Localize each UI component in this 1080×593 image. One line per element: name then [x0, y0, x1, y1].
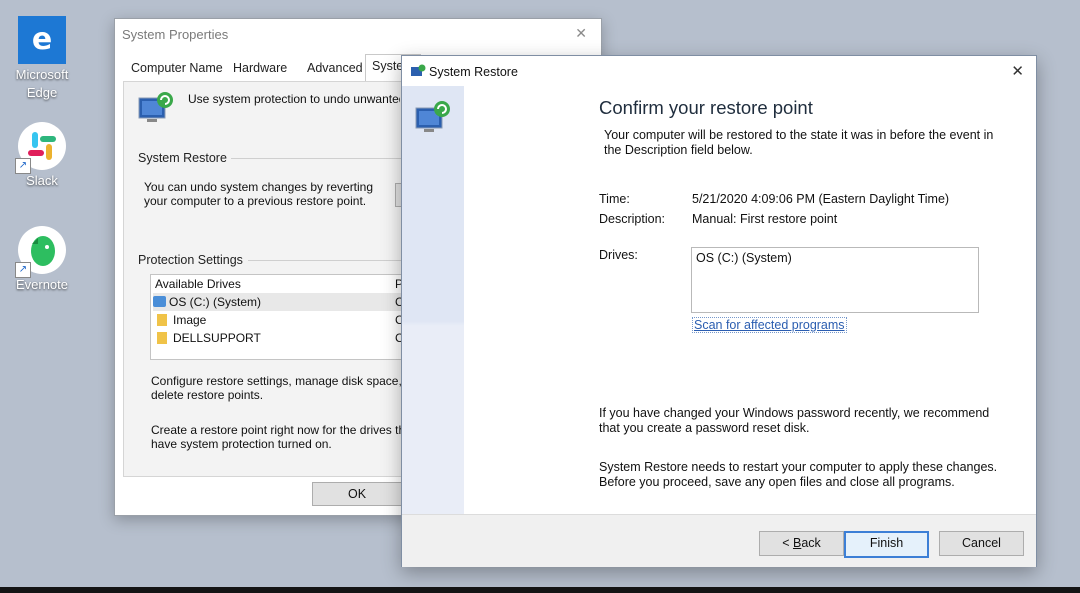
desktop-icon-label: Slack — [26, 173, 58, 188]
desktop-icon-label: Evernote — [15, 277, 69, 292]
wizard-footer: < Back Finish Cancel — [402, 514, 1036, 567]
create-description: Create a restore point right now for the… — [151, 423, 401, 437]
folder-icon — [157, 332, 167, 344]
list-item[interactable]: Image C — [157, 311, 411, 329]
ok-button[interactable]: OK — [312, 482, 402, 506]
restart-note: System Restore needs to restart your com… — [599, 460, 998, 474]
time-value: 5/21/2020 4:09:06 PM (Eastern Daylight T… — [692, 192, 950, 206]
desktop-icon-label: Edge — [26, 85, 58, 100]
drives-box: OS (C:) (System) — [691, 247, 979, 313]
intro-text: Your computer will be restored to the st… — [604, 128, 994, 142]
close-icon[interactable]: ✕ — [575, 25, 587, 42]
taskbar — [0, 587, 1080, 593]
desktop-icon-evernote[interactable]: ↗ Evernote — [6, 226, 78, 294]
back-button[interactable]: < Back — [759, 531, 844, 556]
system-restore-window: System Restore ✕ Confirm your restore po… — [401, 55, 1037, 567]
restore-description: your computer to a previous restore poin… — [144, 194, 367, 208]
tab-advanced[interactable]: Advanced — [301, 57, 369, 79]
drives-list[interactable]: Available Drives P OS (C:) (System) C Im… — [150, 274, 412, 360]
group-label-system-restore: System Restore — [138, 151, 227, 165]
wizard-sidebar — [402, 86, 464, 514]
title-bar: System Restore ✕ — [402, 56, 1036, 86]
window-title: System Restore — [429, 65, 518, 79]
description-label: Description: — [599, 212, 665, 226]
configure-description: Configure restore settings, manage disk … — [151, 374, 401, 388]
drives-value: OS (C:) (System) — [696, 251, 792, 265]
description-value: Manual: First restore point — [692, 212, 838, 226]
page-title: Confirm your restore point — [599, 97, 813, 118]
desktop-icon-label: Microsoft — [15, 67, 69, 82]
time-label: Time: — [599, 192, 630, 206]
list-header: Available Drives — [155, 277, 241, 291]
drives-label: Drives: — [599, 248, 638, 262]
system-protection-icon — [137, 90, 175, 126]
create-description: have system protection turned on. — [151, 437, 332, 451]
desktop-icon-edge[interactable]: e Microsoft Edge — [6, 16, 78, 102]
restore-description: You can undo system changes by reverting — [144, 180, 374, 194]
cancel-button[interactable]: Cancel — [939, 531, 1024, 556]
drive-icon — [153, 296, 166, 307]
restart-note: Before you proceed, save any open files … — [599, 475, 955, 489]
shortcut-arrow-icon: ↗ — [15, 262, 31, 278]
intro-text: the Description field below. — [604, 143, 753, 157]
list-item[interactable]: OS (C:) (System) C — [153, 293, 409, 311]
protection-intro: Use system protection to undo unwanted — [188, 92, 400, 106]
window-title: System Properties — [122, 27, 229, 42]
group-label-protection-settings: Protection Settings — [138, 253, 243, 267]
divider — [248, 260, 401, 261]
slack-icon: ↗ — [15, 122, 66, 174]
shortcut-arrow-icon: ↗ — [15, 158, 31, 174]
tab-hardware[interactable]: Hardware — [227, 57, 293, 79]
configure-description: delete restore points. — [151, 388, 264, 402]
close-icon[interactable]: ✕ — [1011, 62, 1024, 80]
password-note: If you have changed your Windows passwor… — [599, 406, 990, 420]
system-restore-icon — [410, 64, 426, 78]
divider — [231, 158, 401, 159]
desktop-icon-slack[interactable]: ↗ Slack — [6, 122, 78, 190]
evernote-icon: ↗ — [15, 226, 66, 278]
tab-computer-name[interactable]: Computer Name — [125, 57, 229, 79]
system-restore-icon — [414, 98, 452, 136]
list-item[interactable]: DELLSUPPORT C — [157, 329, 411, 347]
password-note: that you create a password reset disk. — [599, 421, 810, 435]
folder-icon — [157, 314, 167, 326]
edge-icon: e — [18, 16, 66, 64]
finish-button[interactable]: Finish — [844, 531, 929, 558]
scan-affected-programs-link[interactable]: Scan for affected programs — [692, 317, 847, 333]
